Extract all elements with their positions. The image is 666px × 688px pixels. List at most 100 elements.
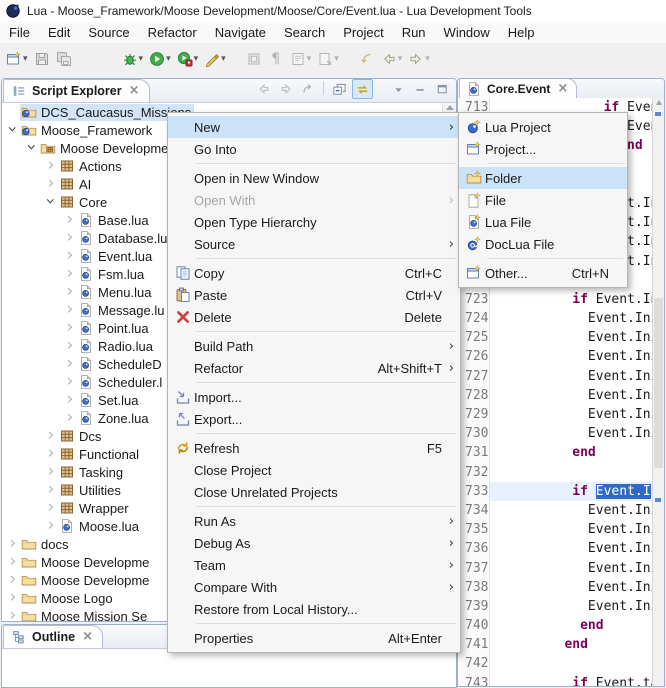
chevron-right-icon[interactable] [63,357,77,371]
code-line[interactable]: 741 end [458,635,653,654]
menu-item-debug-as[interactable]: Debug As› [168,532,460,554]
code-line[interactable]: 742 [458,654,653,673]
menu-item-folder[interactable]: Folder [459,167,627,189]
chevron-right-icon[interactable] [63,285,77,299]
close-icon[interactable]: × [557,84,568,94]
chevron-right-icon[interactable] [63,375,77,389]
menu-item-build-path[interactable]: Build Path› [168,335,460,357]
code-line[interactable]: 727 Event.Ini [458,367,653,386]
link-editor-button[interactable] [352,79,373,99]
code-line[interactable]: 740 end [458,616,653,635]
menu-item-run-as[interactable]: Run As› [168,510,460,532]
code-line[interactable]: 734 Event.Ini [458,501,653,520]
scroll-up-arrow-icon[interactable] [656,100,662,105]
code-line[interactable]: 736 Event.Ini [458,539,653,558]
run-button[interactable]: ▾ [147,47,173,71]
menu-help[interactable]: Help [499,23,544,42]
menu-item-export[interactable]: Export... [168,408,460,430]
menu-item-file[interactable]: File [459,189,627,211]
chevron-down-icon[interactable] [44,195,58,209]
menu-item-lua-project[interactable]: Lua Project [459,116,627,138]
code-line[interactable]: 726 Event.Ini [458,347,653,366]
menu-item-paste[interactable]: PasteCtrl+V [168,284,460,306]
scroll-up-arrow-icon[interactable] [446,105,454,110]
menu-item-copy[interactable]: CopyCtrl+C [168,262,460,284]
chevron-right-icon[interactable] [63,411,77,425]
debug-button[interactable]: ▾ [120,47,146,71]
menu-item-close-unrelated-projects[interactable]: Close Unrelated Projects [168,481,460,503]
menu-item-close-project[interactable]: Close Project [168,459,460,481]
chevron-right-icon[interactable] [6,537,20,551]
menu-item-lua-file[interactable]: Lua File [459,211,627,233]
close-icon[interactable]: × [82,632,93,642]
run-coverage-button[interactable]: ▾ [175,47,201,71]
chevron-right-icon[interactable] [44,447,58,461]
menu-item-new[interactable]: New› [168,116,460,138]
menu-item-compare-with[interactable]: Compare With› [168,576,460,598]
code-line[interactable]: 730 Event.Ini [458,424,653,443]
menu-refactor[interactable]: Refactor [139,23,206,42]
menu-item-other[interactable]: Other...Ctrl+N [459,262,627,284]
chevron-right-icon[interactable] [44,483,58,497]
chevron-right-icon[interactable] [6,555,20,569]
code-line[interactable]: 724 Event.Ini [458,309,653,328]
code-line[interactable]: 739 Event.Ini [458,597,653,616]
menu-item-open-in-new-window[interactable]: Open in New Window [168,167,460,189]
code-line[interactable]: 735 Event.Ini [458,520,653,539]
menu-item-source[interactable]: Source› [168,233,460,255]
menu-item-refactor[interactable]: RefactorAlt+Shift+T› [168,357,460,379]
code-line[interactable]: 737 Event.Ini [458,559,653,578]
chevron-right-icon[interactable] [6,609,20,621]
menu-item-delete[interactable]: DeleteDelete [168,306,460,328]
chevron-right-icon[interactable] [63,339,77,353]
menu-item-refresh[interactable]: RefreshF5 [168,437,460,459]
chevron-right-icon[interactable] [63,213,77,227]
chevron-right-icon[interactable] [44,159,58,173]
menu-project[interactable]: Project [334,23,392,42]
menu-file[interactable]: File [0,23,39,42]
code-line[interactable]: 738 Event.Ini [458,578,653,597]
chevron-right-icon[interactable] [6,573,20,587]
collapse-all-button[interactable] [330,80,349,98]
nav-back-button[interactable] [254,80,273,98]
menu-item-open-type-hierarchy[interactable]: Open Type Hierarchy [168,211,460,233]
menu-run[interactable]: Run [393,23,435,42]
tab-script-explorer[interactable]: Script Explorer × [3,79,150,102]
minimize-button[interactable] [411,80,430,98]
menu-item-import[interactable]: Import... [168,386,460,408]
menu-item-restore-from-local-history[interactable]: Restore from Local History... [168,598,460,620]
menu-item-team[interactable]: Team› [168,554,460,576]
view-menu-button[interactable] [389,80,408,98]
chevron-right-icon[interactable] [44,465,58,479]
menu-edit[interactable]: Edit [39,23,79,42]
chevron-right-icon[interactable] [63,267,77,281]
code-line[interactable]: 732 [458,463,653,482]
menu-navigate[interactable]: Navigate [206,23,275,42]
chevron-right-icon[interactable] [63,249,77,263]
menu-search[interactable]: Search [275,23,334,42]
close-icon[interactable]: × [129,86,140,96]
chevron-right-icon[interactable] [63,393,77,407]
chevron-down-icon[interactable] [6,123,20,137]
chevron-right-icon[interactable] [63,231,77,245]
editor-scrollbar[interactable] [652,98,664,686]
chevron-down-icon[interactable] [25,141,39,155]
code-line[interactable]: 723 if Event.IniD [458,290,653,309]
chevron-right-icon[interactable] [44,177,58,191]
overview-marker[interactable] [655,112,661,116]
external-tools-button[interactable]: ▾ [202,47,228,71]
chevron-right-icon[interactable] [44,519,58,533]
overview-marker[interactable] [655,498,661,502]
chevron-right-icon[interactable] [6,591,20,605]
chevron-right-icon[interactable] [63,321,77,335]
maximize-button[interactable] [433,80,452,98]
nav-up-button[interactable] [298,80,317,98]
tab-core-event[interactable]: Core.Event × [459,78,577,98]
scrollbar-thumb[interactable] [654,298,663,468]
code-line[interactable]: 725 Event.Ini [458,328,653,347]
code-line[interactable]: 743 if Event.ta [458,674,653,686]
menu-item-go-into[interactable]: Go Into [168,138,460,160]
chevron-right-icon[interactable] [63,303,77,317]
code-line[interactable]: 733 if Event.I [458,482,653,501]
menu-window[interactable]: Window [435,23,499,42]
